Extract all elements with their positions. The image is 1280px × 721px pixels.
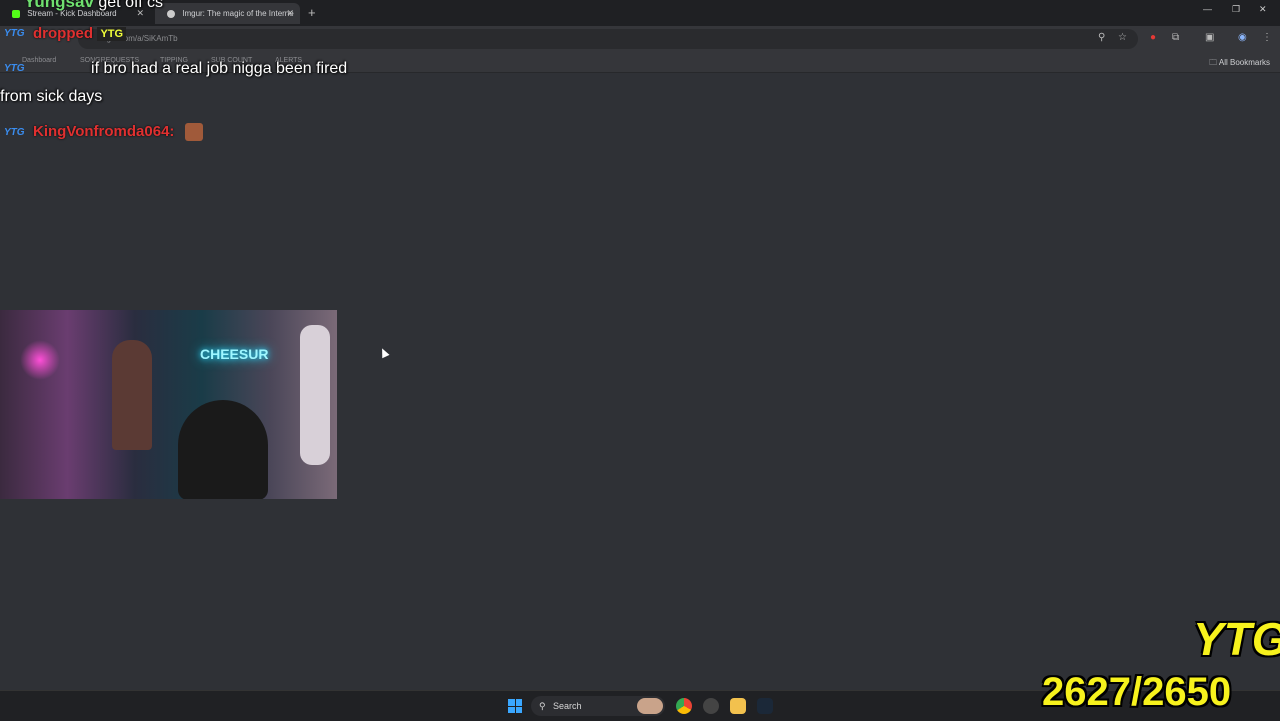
obs-icon[interactable] [703, 698, 719, 714]
windows-start-icon[interactable] [508, 699, 522, 713]
tab-imgur[interactable]: Imgur: The magic of the Interne ✕ [155, 3, 300, 24]
ytg-emote: YTG [97, 26, 127, 41]
all-bookmarks-label: All Bookmarks [1218, 58, 1270, 67]
address-toolbar: imgur.com/a/SiKAmTb [0, 26, 1280, 52]
bookmark-star-icon[interactable]: ☆ [1118, 32, 1127, 43]
chat-message: get off cs [98, 0, 164, 11]
all-bookmarks-button[interactable]: 🗀 All Bookmarks [1209, 57, 1270, 71]
search-icon: ⚲ [539, 701, 546, 711]
neon-heart-light [20, 340, 60, 380]
chat-message-continued: from sick days [0, 88, 103, 105]
neon-sign: CHEESUR [200, 346, 269, 362]
ytg-badge: YTG [4, 28, 25, 40]
chat-line-2-cont: from sick days [0, 88, 102, 106]
chat-line-2: YTG if bro had a real job nigga been fir… [4, 60, 347, 78]
search-label: Search [553, 701, 582, 711]
browser-tab-bar: Stream - Kick Dashboard ✕ Imgur: The mag… [0, 0, 1280, 26]
zoom-icon[interactable]: ⚲ [1098, 32, 1105, 43]
sidepanel-icon[interactable]: ▣ [1205, 32, 1214, 43]
extensions-puzzle-icon[interactable]: ⧉ [1172, 32, 1179, 43]
folder-icon: 🗀 [1209, 58, 1219, 67]
widget-thumbnail-icon[interactable] [637, 698, 663, 714]
ytg-badge: YTG [4, 63, 25, 75]
chat-username: KingVonfromda064: [33, 123, 175, 141]
chat-message: if bro had a real job nigga been fired [91, 60, 348, 77]
mouse-cursor [378, 346, 390, 359]
address-input[interactable]: imgur.com/a/SiKAmTb [78, 29, 1138, 49]
chat-line-top: Yungsav get off cs [24, 0, 163, 12]
steam-icon[interactable] [757, 698, 773, 714]
ghost-figure [300, 325, 330, 465]
chat-line-3: YTG KingVonfromda064: [4, 123, 203, 141]
profile-avatar-icon[interactable]: ◉ [1238, 32, 1247, 43]
streamer-person [178, 400, 268, 499]
emote-icon [184, 123, 203, 141]
ytg-badge: YTG [4, 126, 25, 138]
webcam-feed: CHEESUR [0, 310, 337, 499]
chat-username: dropped [33, 25, 94, 42]
tab-label: Imgur: The magic of the Interne [182, 9, 294, 18]
chrome-icon[interactable] [676, 698, 692, 714]
imgur-icon [167, 9, 175, 18]
menu-icon[interactable]: ⋮ [1262, 32, 1272, 43]
ytg-logo: YTG [1193, 613, 1280, 665]
close-icon[interactable]: ✕ [286, 3, 294, 24]
extension-icon[interactable]: ● [1150, 32, 1156, 43]
minimize-icon[interactable]: — [1203, 4, 1212, 14]
file-explorer-icon[interactable] [730, 698, 746, 714]
restore-icon[interactable]: ❐ [1232, 4, 1240, 15]
sub-counter: 2627/2650 [1042, 670, 1232, 714]
new-tab-button[interactable]: + [308, 3, 316, 23]
close-window-icon[interactable]: ✕ [1259, 4, 1267, 15]
kick-icon [12, 9, 20, 18]
chat-line-1: YTG dropped YTG [4, 25, 127, 43]
doll-figure [112, 340, 152, 450]
chat-username: Yungsav [24, 0, 94, 11]
